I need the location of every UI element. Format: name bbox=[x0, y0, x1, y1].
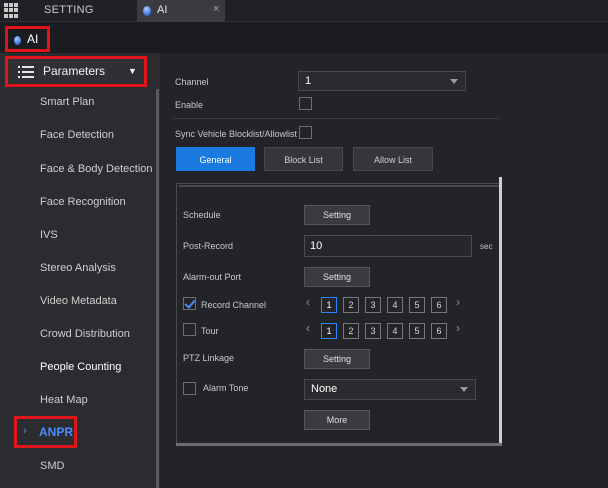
sidebar-item-ivs[interactable]: IVS bbox=[40, 229, 58, 241]
channel-select-value: 1 bbox=[305, 75, 312, 87]
panel-scrollbar[interactable] bbox=[499, 177, 502, 445]
post-record-unit: sec bbox=[480, 242, 493, 251]
sidebar-item-smart-plan[interactable]: Smart Plan bbox=[40, 96, 94, 108]
tour-channel-1[interactable]: 1 bbox=[321, 323, 337, 339]
chevron-down-icon bbox=[450, 79, 458, 84]
tab-ai[interactable]: AI × bbox=[137, 0, 225, 22]
breadcrumb-ai[interactable]: AI bbox=[5, 26, 50, 52]
sidebar-item-face-recognition[interactable]: Face Recognition bbox=[40, 196, 126, 208]
sidebar-item-crowd-distribution[interactable]: Crowd Distribution bbox=[40, 328, 130, 340]
sidebar-item-smd[interactable]: SMD bbox=[40, 460, 64, 472]
panel-horizontal-scrollbar[interactable] bbox=[176, 443, 502, 446]
breadcrumb-ai-label: AI bbox=[27, 32, 39, 46]
sidebar-item-face-body-detection[interactable]: Face & Body Detection bbox=[40, 163, 153, 175]
sidebar-item-anpr-label: ANPR bbox=[39, 425, 74, 439]
record-channel-5[interactable]: 5 bbox=[409, 297, 425, 313]
main-panel: Channel 1 Enable Sync Vehicle Blocklist/… bbox=[160, 53, 608, 488]
ai-icon bbox=[14, 36, 21, 45]
divider bbox=[174, 118, 498, 119]
alarm-out-port-label: Alarm-out Port bbox=[183, 272, 242, 282]
alarm-tone-checkbox[interactable] bbox=[183, 382, 196, 395]
record-channel-checkbox[interactable] bbox=[183, 297, 196, 310]
chevron-right-icon[interactable]: › bbox=[456, 321, 460, 335]
breadcrumb: AI bbox=[0, 23, 608, 53]
channel-select[interactable]: 1 bbox=[298, 71, 466, 91]
tour-checkbox[interactable] bbox=[183, 323, 196, 336]
alarm-tone-value: None bbox=[311, 383, 338, 395]
chevron-left-icon[interactable]: ‹ bbox=[306, 295, 310, 309]
enable-checkbox[interactable] bbox=[299, 97, 312, 110]
home-grid-icon[interactable] bbox=[4, 3, 19, 18]
record-channel-4[interactable]: 4 bbox=[387, 297, 403, 313]
alarm-tone-label: Alarm Tone bbox=[203, 383, 249, 393]
tour-channel-4[interactable]: 4 bbox=[387, 323, 403, 339]
chevron-right-icon[interactable]: › bbox=[456, 295, 460, 309]
tab-block-list[interactable]: Block List bbox=[264, 147, 343, 171]
tab-ai-label: AI bbox=[157, 4, 168, 16]
tab-general[interactable]: General bbox=[176, 147, 255, 171]
tour-channel-3[interactable]: 3 bbox=[365, 323, 381, 339]
tab-setting[interactable]: SETTING bbox=[44, 4, 94, 16]
list-icon bbox=[18, 66, 34, 78]
schedule-setting-button[interactable]: Setting bbox=[304, 205, 370, 225]
post-record-label: Post-Record bbox=[183, 241, 234, 251]
parameters-menu-header[interactable]: Parameters ▼ bbox=[5, 56, 147, 87]
tab-allow-list[interactable]: Allow List bbox=[353, 147, 433, 171]
app-window: SETTING AI × AI Parameters ▼ Smart Plan … bbox=[0, 0, 608, 488]
alarm-tone-select[interactable]: None bbox=[304, 379, 476, 400]
channel-label: Channel bbox=[175, 77, 209, 87]
ptz-setting-button[interactable]: Setting bbox=[304, 349, 370, 369]
sidebar-scrollbar[interactable] bbox=[156, 89, 159, 488]
tour-label: Tour bbox=[201, 326, 219, 336]
ptz-linkage-label: PTZ Linkage bbox=[183, 353, 235, 363]
record-channel-1[interactable]: 1 bbox=[321, 297, 337, 313]
more-button[interactable]: More bbox=[304, 410, 370, 430]
record-channel-2[interactable]: 2 bbox=[343, 297, 359, 313]
close-icon[interactable]: × bbox=[213, 3, 219, 15]
chevron-down-icon bbox=[460, 387, 468, 392]
chevron-right-icon: › bbox=[23, 425, 27, 437]
tour-channel-2[interactable]: 2 bbox=[343, 323, 359, 339]
schedule-label: Schedule bbox=[183, 210, 221, 220]
caret-down-icon: ▼ bbox=[128, 66, 137, 76]
sidebar-item-face-detection[interactable]: Face Detection bbox=[40, 129, 114, 141]
alarm-out-setting-button[interactable]: Setting bbox=[304, 267, 370, 287]
sync-blocklist-checkbox[interactable] bbox=[299, 126, 312, 139]
enable-label: Enable bbox=[175, 100, 204, 110]
sidebar-item-stereo-analysis[interactable]: Stereo Analysis bbox=[40, 262, 116, 274]
record-channel-label: Record Channel bbox=[201, 300, 267, 310]
tour-channel-6[interactable]: 6 bbox=[431, 323, 447, 339]
sidebar-item-heat-map[interactable]: Heat Map bbox=[40, 394, 88, 406]
tour-channel-5[interactable]: 5 bbox=[409, 323, 425, 339]
sync-blocklist-label: Sync Vehicle Blocklist/Allowlist bbox=[175, 129, 298, 139]
parameters-label: Parameters bbox=[43, 64, 106, 78]
sidebar-item-anpr[interactable]: › ANPR bbox=[14, 416, 77, 448]
chevron-left-icon[interactable]: ‹ bbox=[306, 321, 310, 335]
sidebar-item-people-counting[interactable]: People Counting bbox=[40, 361, 121, 373]
post-record-input[interactable]: 10 bbox=[304, 235, 472, 257]
sidebar: Parameters ▼ Smart Plan Face Detection F… bbox=[0, 53, 160, 488]
post-record-value: 10 bbox=[310, 240, 323, 252]
panel-top-border bbox=[179, 185, 499, 187]
ai-tab-icon bbox=[143, 6, 151, 16]
record-channel-3[interactable]: 3 bbox=[365, 297, 381, 313]
top-tab-bar: SETTING AI × bbox=[0, 0, 608, 22]
record-channel-6[interactable]: 6 bbox=[431, 297, 447, 313]
sidebar-item-video-metadata[interactable]: Video Metadata bbox=[40, 295, 117, 307]
